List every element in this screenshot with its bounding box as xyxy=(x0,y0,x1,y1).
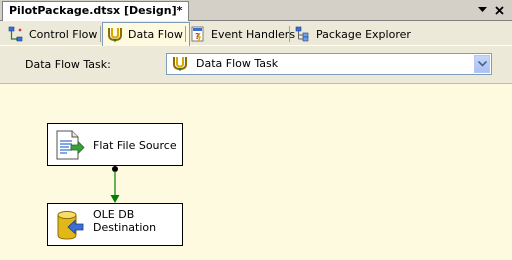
tab-label: Event Handlers xyxy=(211,27,296,41)
tab-label: Package Explorer xyxy=(316,27,411,41)
event-handlers-icon: ? xyxy=(191,26,204,42)
tab-control-flow[interactable]: Control Flow xyxy=(4,23,103,45)
flat-file-source-component[interactable]: Flat File Source xyxy=(47,123,183,166)
ole-db-destination-component[interactable]: OLE DB Destination xyxy=(47,203,183,246)
window-menu-button[interactable] xyxy=(475,3,489,17)
component-label: Flat File Source xyxy=(93,139,177,152)
task-selector-bar: Data Flow Task: Data Flow Task xyxy=(0,46,512,84)
data-flow-task-dropdown[interactable]: Data Flow Task xyxy=(166,53,492,75)
data-flow-icon xyxy=(108,27,122,42)
control-flow-icon xyxy=(8,26,23,42)
chevron-down-icon xyxy=(477,7,487,12)
ssis-designer-window: PilotPackage.dtsx [Design]* Control Flow xyxy=(0,0,512,260)
data-flow-design-surface[interactable]: Flat File Source OLE DB Destination xyxy=(0,85,512,260)
data-flow-task-icon xyxy=(173,57,187,72)
tab-label: Control Flow xyxy=(29,27,98,41)
dropdown-button[interactable] xyxy=(474,55,490,73)
close-icon xyxy=(494,5,504,15)
tab-separator xyxy=(100,26,101,42)
tab-package-explorer[interactable]: Package Explorer xyxy=(291,23,417,45)
task-selector-value: Data Flow Task xyxy=(196,57,279,70)
task-selector-label: Data Flow Task: xyxy=(25,58,111,71)
tab-data-flow[interactable]: Data Flow xyxy=(102,22,190,46)
document-tab-strip: PilotPackage.dtsx [Design]* xyxy=(0,0,512,21)
tab-separator xyxy=(289,26,290,42)
document-tab[interactable]: PilotPackage.dtsx [Design]* xyxy=(2,1,190,21)
component-label: OLE DB Destination xyxy=(93,208,157,234)
window-close-button[interactable] xyxy=(492,3,506,17)
tab-label: Data Flow xyxy=(128,28,183,41)
tab-event-handlers[interactable]: ? Event Handlers xyxy=(186,23,301,45)
package-explorer-icon xyxy=(295,26,309,42)
flat-file-source-icon xyxy=(56,130,85,160)
ole-db-destination-icon xyxy=(57,210,84,240)
chevron-down-icon xyxy=(477,61,487,67)
designer-tab-bar: Control Flow Data Flow ? Event Handlers xyxy=(0,21,512,46)
